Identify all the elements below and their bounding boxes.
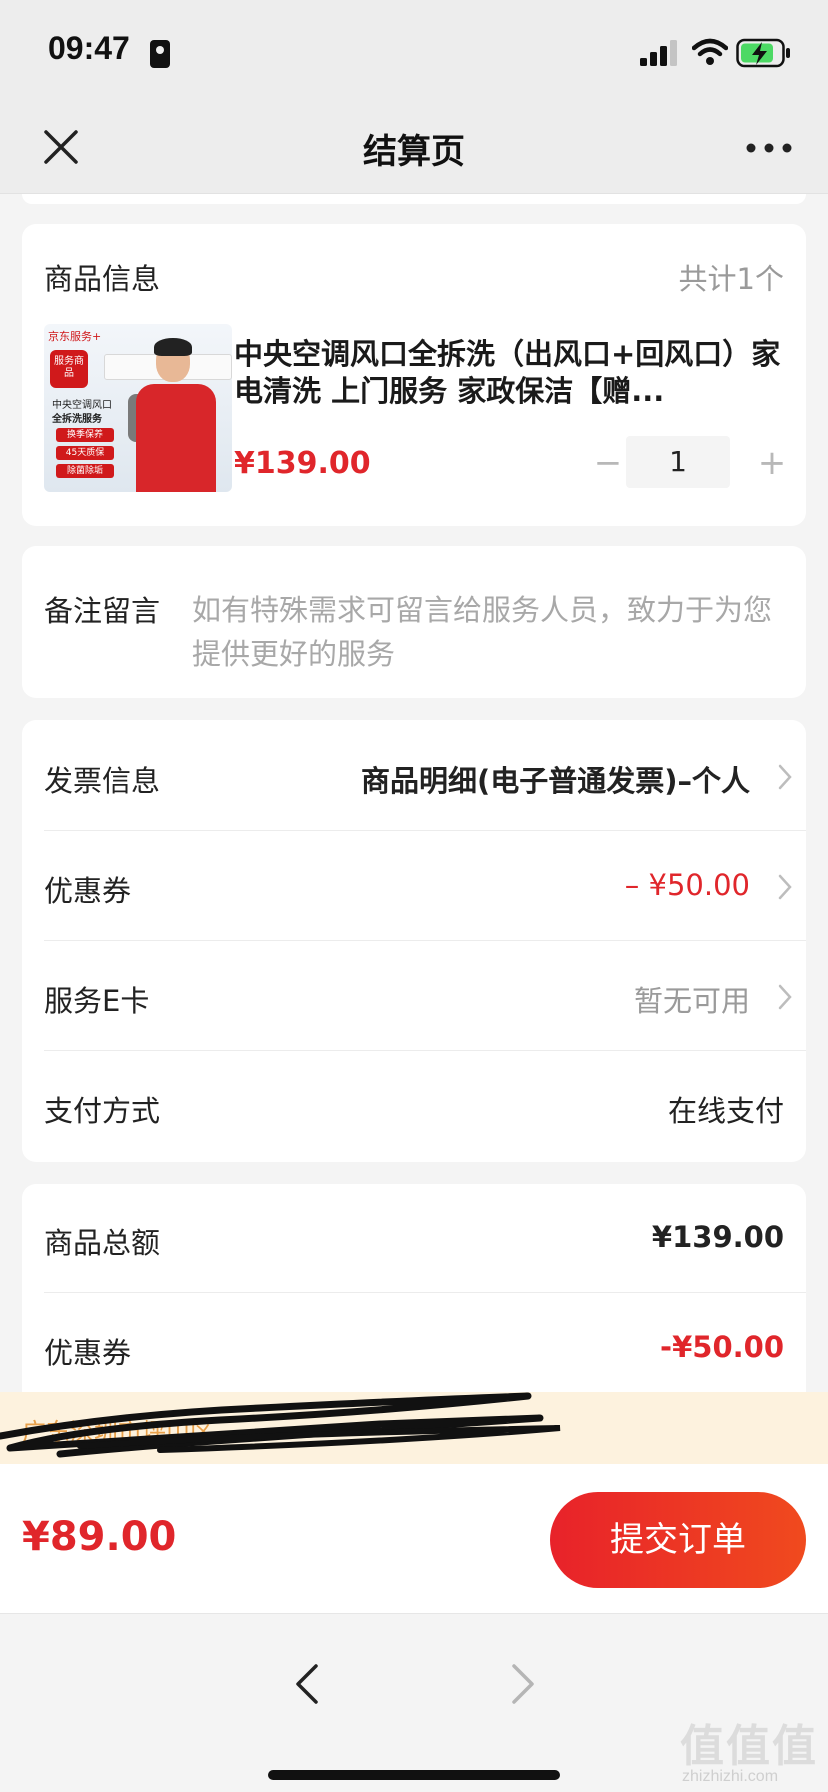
technician-hair-graphic xyxy=(154,338,192,356)
product-card: 商品信息 共计1个 京东服务+ 服务商品 中央空调风口 全拆洗服务 换季保养 4… xyxy=(22,224,806,526)
order-options-card: 发票信息 商品明细(电子普通发票)–个人 优惠券 – ¥50.00 服务E卡 暂… xyxy=(22,720,806,1162)
battery-charging-icon xyxy=(736,38,790,68)
home-indicator[interactable] xyxy=(268,1770,560,1780)
thumb-pill: 45天质保 xyxy=(56,446,114,460)
divider xyxy=(44,940,806,941)
thumb-title-line2: 全拆洗服务 xyxy=(52,414,102,425)
cellular-signal-icon xyxy=(640,40,677,66)
watermark-glyphs: 值值值 xyxy=(680,1721,818,1772)
divider xyxy=(44,1292,806,1293)
ecard-value: 暂无可用 xyxy=(633,984,750,1018)
summary-coupon-value: -¥50.00 xyxy=(660,1330,784,1364)
invoice-label: 发票信息 xyxy=(44,764,161,798)
summary-coupon-label: 优惠券 xyxy=(44,1336,132,1370)
checkout-bar: ¥89.00 提交订单 xyxy=(0,1464,828,1614)
remark-card[interactable]: 备注留言 如有特殊需求可留言给服务人员，致力于为您提供更好的服务 xyxy=(22,546,806,698)
chevron-right-icon xyxy=(778,874,792,900)
more-icon[interactable] xyxy=(746,138,792,158)
coupon-value: – ¥50.00 xyxy=(624,868,750,902)
divider xyxy=(44,830,806,831)
page-title: 结算页 xyxy=(363,132,465,172)
previous-card-edge xyxy=(22,194,806,204)
goods-total-label: 商品总额 xyxy=(44,1226,161,1260)
submit-order-button[interactable]: 提交订单 xyxy=(550,1492,806,1588)
total-price: ¥89.00 xyxy=(22,1514,177,1560)
thumb-pill: 换季保养 xyxy=(56,428,114,442)
status-time: 09:47 xyxy=(48,30,130,66)
nav-bar: 结算页 xyxy=(0,100,828,194)
back-arrow-icon[interactable] xyxy=(292,1662,322,1706)
watermark: 值值值 zhizhizhi.com xyxy=(680,1710,828,1792)
product-price: ¥139.00 xyxy=(234,446,371,481)
quantity-decrease-button[interactable]: − xyxy=(586,438,630,490)
product-title[interactable]: 中央空调风口全拆洗（出风口+回风口）家电清洗 上门服务 家政保洁【赠... xyxy=(234,336,794,410)
thumb-badge: 服务商品 xyxy=(50,350,88,388)
thumb-title-line1: 中央空调风口 xyxy=(52,400,112,411)
technician-body-graphic xyxy=(136,384,216,492)
chevron-right-icon xyxy=(778,764,792,790)
thumb-brand-text: 京东服务+ xyxy=(48,330,102,343)
contact-card-icon xyxy=(150,40,170,68)
remark-label: 备注留言 xyxy=(44,594,161,628)
watermark-url: zhizhizhi.com xyxy=(682,1768,779,1785)
coupon-label: 优惠券 xyxy=(44,874,132,908)
product-section-label: 商品信息 xyxy=(44,262,161,296)
forward-arrow-icon[interactable] xyxy=(508,1662,538,1706)
remark-input[interactable]: 如有特殊需求可留言给服务人员，致力于为您提供更好的服务 xyxy=(192,588,792,676)
quantity-input[interactable]: 1 xyxy=(626,436,730,488)
product-image[interactable]: 京东服务+ 服务商品 中央空调风口 全拆洗服务 换季保养 45天质保 除菌除垢 xyxy=(44,324,232,492)
divider xyxy=(44,1050,806,1051)
ecard-label: 服务E卡 xyxy=(44,984,150,1018)
product-count: 共计1个 xyxy=(678,262,784,296)
quantity-increase-button[interactable]: + xyxy=(752,438,792,490)
payment-value: 在线支付 xyxy=(667,1094,784,1128)
payment-label: 支付方式 xyxy=(44,1094,161,1128)
status-bar: 09:47 xyxy=(0,0,828,100)
chevron-right-icon xyxy=(778,984,792,1010)
goods-total-value: ¥139.00 xyxy=(651,1220,784,1254)
wifi-icon xyxy=(692,38,728,65)
invoice-value: 商品明细(电子普通发票)–个人 xyxy=(360,764,750,798)
thumb-pill: 除菌除垢 xyxy=(56,464,114,478)
browser-nav-bar: 值值值 zhizhizhi.com xyxy=(0,1614,828,1792)
price-summary-card: 商品总额 ¥139.00 优惠券 -¥50.00 xyxy=(22,1184,806,1404)
